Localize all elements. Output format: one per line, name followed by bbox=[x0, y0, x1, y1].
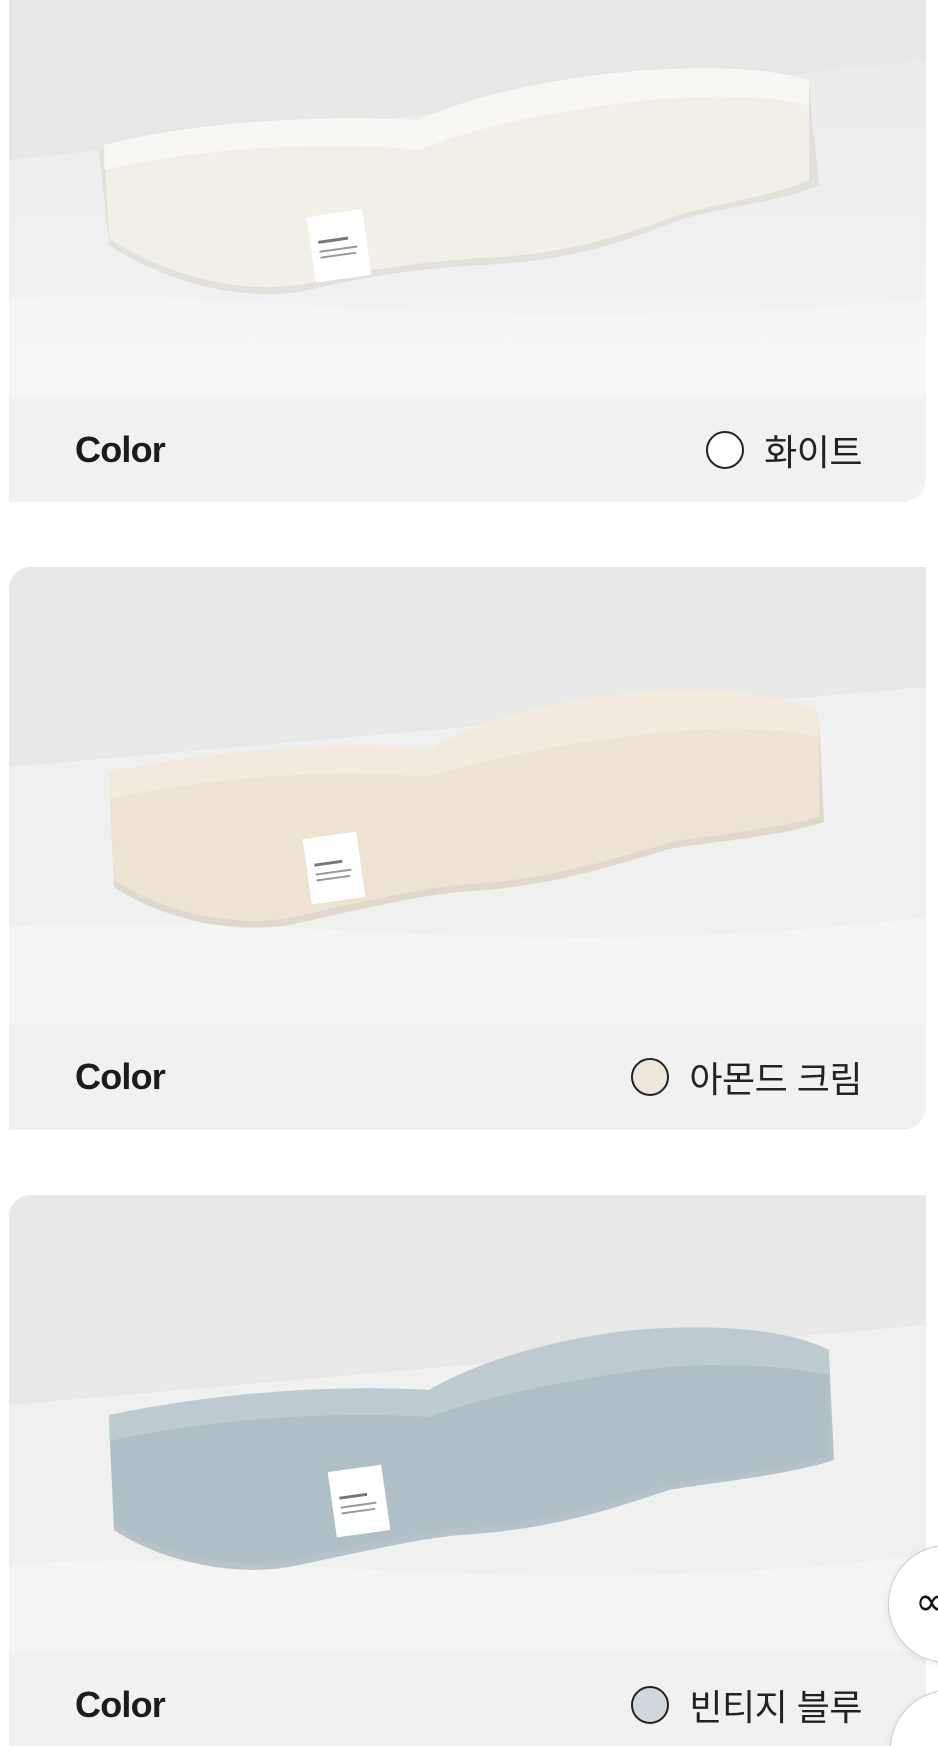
color-option-card-almond-cream[interactable]: Color 아몬드 크림 bbox=[9, 567, 926, 1130]
pillow-image-almond-cream bbox=[9, 567, 926, 1024]
swatch-group[interactable]: 아몬드 크림 bbox=[631, 1051, 862, 1103]
product-color-options: Color 화이트 Color 아몬드 크림 Color 빈티지 블루 ∝ bbox=[0, 0, 938, 1746]
color-name: 빈티지 블루 bbox=[689, 1686, 862, 1728]
color-row: Color 빈티지 블루 bbox=[9, 1652, 926, 1746]
pillow-image-white bbox=[9, 0, 926, 397]
color-swatch-almond-cream[interactable] bbox=[631, 1057, 670, 1096]
color-option-card-vintage-blue[interactable]: Color 빈티지 블루 bbox=[9, 1195, 926, 1746]
color-swatch-vintage-blue[interactable] bbox=[631, 1685, 670, 1724]
color-label: Color bbox=[75, 1683, 166, 1725]
color-row: Color 화이트 bbox=[9, 397, 926, 502]
color-label: Color bbox=[75, 428, 166, 470]
pillow-photo-white bbox=[9, 0, 926, 397]
swatch-group[interactable]: 빈티지 블루 bbox=[631, 1679, 862, 1731]
color-swatch-white[interactable] bbox=[706, 430, 745, 469]
color-label: Color bbox=[75, 1055, 166, 1097]
color-name: 아몬드 크림 bbox=[689, 1058, 862, 1100]
color-row: Color 아몬드 크림 bbox=[9, 1024, 926, 1129]
pillow-image-vintage-blue bbox=[9, 1195, 926, 1652]
swatch-group[interactable]: 화이트 bbox=[706, 424, 862, 476]
color-option-card-white[interactable]: Color 화이트 bbox=[9, 0, 926, 502]
pillow-photo-almond-cream bbox=[9, 567, 926, 1024]
infinity-icon: ∝ bbox=[915, 1579, 938, 1625]
color-name: 화이트 bbox=[764, 431, 862, 473]
pillow-photo-vintage-blue bbox=[9, 1195, 926, 1652]
